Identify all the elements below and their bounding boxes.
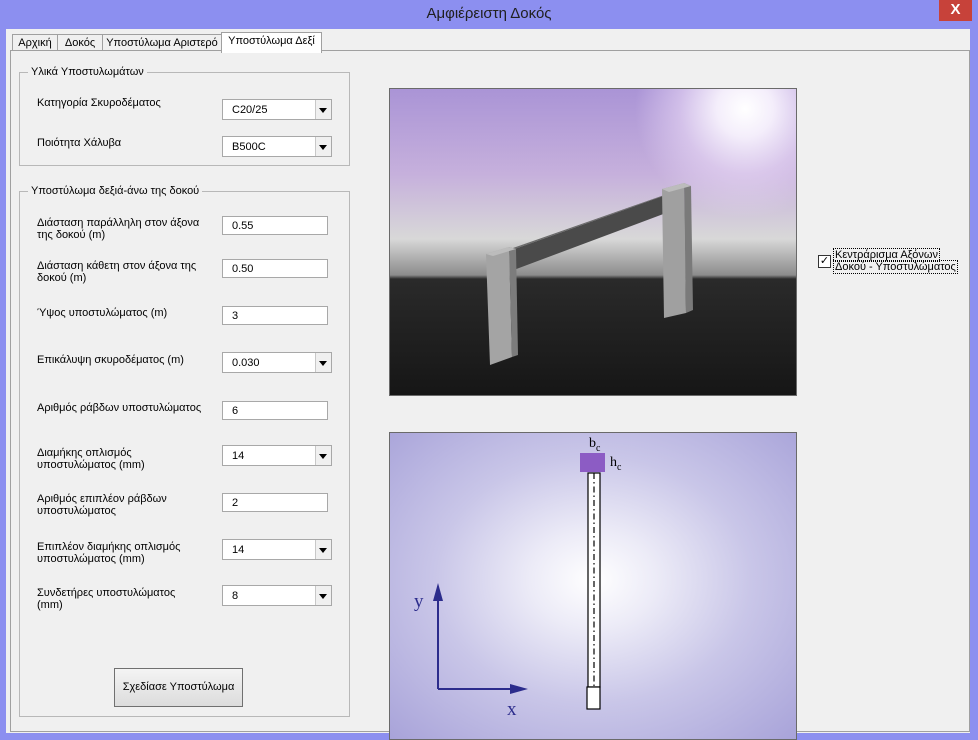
column-legend: Υποστύλωμα δεξιά-άνω της δοκού xyxy=(31,185,200,197)
window-title: Αμφιέρειστη Δοκός xyxy=(426,5,552,22)
draw-column-button[interactable]: Σχεδίασε Υποστύλωμα xyxy=(114,668,243,707)
axis-centering-label-line2: Δοκού - Υποστυλώματος xyxy=(833,260,958,274)
extra-bars-label: Αριθμός επιπλέον ράβδων υποστυλώματος xyxy=(37,493,167,517)
dim-parallel-input[interactable] xyxy=(222,216,328,235)
long-reinf-value: 14 xyxy=(232,450,245,462)
cover-label: Επικάλυψη σκυροδέματος (m) xyxy=(37,354,184,366)
bars-count-input[interactable] xyxy=(222,401,328,420)
steel-select[interactable]: B500C xyxy=(222,136,332,157)
chevron-down-icon[interactable] xyxy=(315,137,331,156)
chevron-down-icon[interactable] xyxy=(315,586,331,605)
long-reinf-label: Διαμήκης οπλισμός υποστυλώματος (mm) xyxy=(37,447,145,471)
column-base-rect xyxy=(586,686,601,710)
dim-perp-label-line2: δοκού (m) xyxy=(37,272,87,284)
cover-value: 0.030 xyxy=(232,357,260,369)
extra-long-label-line2: υποστυλώματος (mm) xyxy=(37,553,145,565)
client-area: Αρχική Δοκός Υποστύλωμα Αριστερό Υποστύλ… xyxy=(6,29,970,740)
materials-legend: Υλικά Υποστυλωμάτων xyxy=(31,66,144,78)
stirrups-select[interactable]: 8 xyxy=(222,585,332,606)
y-axis-label: y xyxy=(414,591,424,612)
stirrups-label: Συνδετήρες υποστυλώματος (mm) xyxy=(37,587,175,611)
chevron-down-icon[interactable] xyxy=(315,100,331,119)
stirrups-label-line1: Συνδετήρες υποστυλώματος xyxy=(37,587,176,599)
axis-centering-checkbox[interactable]: ✓ xyxy=(818,255,831,268)
height-label: Ύψος υποστυλώματος (m) xyxy=(37,307,168,319)
height-input[interactable] xyxy=(222,306,328,325)
app-window: Αμφιέρειστη Δοκός X Αρχική Δοκός Υποστύλ… xyxy=(0,0,978,740)
concrete-label: Κατηγορία Σκυροδέματος xyxy=(37,97,161,109)
dim-perp-label: Διάσταση κάθετη στον άξονα της δοκού (m) xyxy=(37,260,196,284)
concrete-select[interactable]: C20/25 xyxy=(222,99,332,120)
chevron-down-icon[interactable] xyxy=(315,540,331,559)
long-reinf-label-line1: Διαμήκης οπλισμός xyxy=(37,447,132,459)
dim-perp-input[interactable] xyxy=(222,259,328,278)
chevron-down-icon[interactable] xyxy=(315,446,331,465)
axis-centering-label[interactable]: Κεντράρισμα Αξόνων Δοκού - Υποστυλώματος xyxy=(833,248,958,274)
column-section-drawing: bc hc y x xyxy=(414,436,622,720)
column-section-block xyxy=(580,453,605,472)
y-axis-arrow xyxy=(433,583,443,601)
dim-parallel-label: Διάσταση παράλληλη στον άξονα της δοκού … xyxy=(37,217,199,241)
dim-parallel-label-line1: Διάσταση παράλληλη στον άξονα xyxy=(37,217,200,229)
dim-perp-label-line1: Διάσταση κάθετη στον άξονα της xyxy=(37,260,197,272)
x-axis-arrow xyxy=(510,684,528,694)
x-axis-label: x xyxy=(507,699,517,720)
left-column-front xyxy=(486,247,512,365)
beam-top-face xyxy=(509,193,670,251)
close-button[interactable]: X xyxy=(939,0,972,21)
bc-label: bc xyxy=(589,436,601,454)
extra-bars-input[interactable] xyxy=(222,493,328,512)
steel-label: Ποιότητα Χάλυβα xyxy=(37,137,122,149)
title-bar: Αμφιέρειστη Δοκός X xyxy=(0,0,978,29)
cover-select[interactable]: 0.030 xyxy=(222,352,332,373)
hc-label: hc xyxy=(610,455,622,473)
frame-3d-drawing xyxy=(486,183,693,365)
extra-long-select[interactable]: 14 xyxy=(222,539,332,560)
frame-3d-view xyxy=(389,88,797,396)
long-reinf-select[interactable]: 14 xyxy=(222,445,332,466)
bars-count-label: Αριθμός ράβδων υποστυλώματος xyxy=(37,402,202,414)
stirrups-value: 8 xyxy=(232,590,239,602)
chevron-down-icon[interactable] xyxy=(315,353,331,372)
extra-long-value: 14 xyxy=(232,544,245,556)
dim-parallel-label-line2: της δοκού (m) xyxy=(37,229,106,241)
extra-long-label: Επιπλέον διαμήκης οπλισμός υποστυλώματος… xyxy=(37,541,180,565)
tab-panel-column-right: Υλικά Υποστυλωμάτων Κατηγορία Σκυροδέματ… xyxy=(10,50,970,740)
beam-shape xyxy=(509,195,666,271)
tab-column-right[interactable]: Υποστύλωμα Δεξί xyxy=(221,32,322,53)
concrete-value: C20/25 xyxy=(232,104,268,116)
long-reinf-label-line2: υποστυλώματος (mm) xyxy=(37,459,145,471)
extra-bars-label-line2: υποστυλώματος xyxy=(37,505,116,517)
steel-value: B500C xyxy=(232,141,266,153)
right-column-front xyxy=(662,183,686,318)
stirrups-label-line2: (mm) xyxy=(37,599,63,611)
column-section-view: bc hc y x xyxy=(389,432,797,740)
extra-bars-label-line1: Αριθμός επιπλέον ράβδων xyxy=(37,493,167,505)
extra-long-label-line1: Επιπλέον διαμήκης οπλισμός xyxy=(37,541,181,553)
